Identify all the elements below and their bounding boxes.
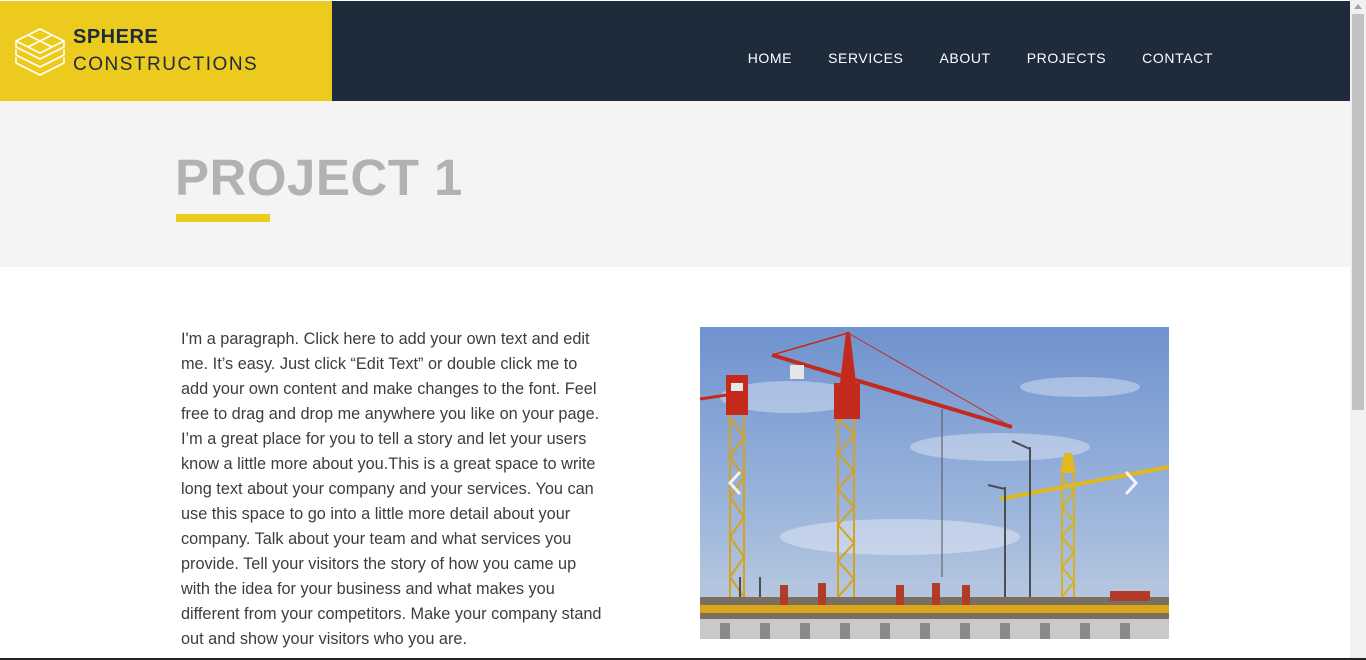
- chevron-left-icon[interactable]: [726, 469, 744, 497]
- nav-contact[interactable]: CONTACT: [1142, 50, 1213, 66]
- page-title: PROJECT 1: [175, 149, 463, 206]
- brand-name-line2: CONSTRUCTIONS: [73, 54, 259, 75]
- scrollbar-thumb[interactable]: [1352, 14, 1364, 410]
- brand-name-line1: SPHERE: [73, 26, 159, 48]
- construction-cranes-image: [700, 327, 1169, 639]
- project-slideshow[interactable]: [700, 327, 1169, 639]
- nav-services[interactable]: SERVICES: [828, 50, 903, 66]
- chevron-right-icon[interactable]: [1122, 469, 1140, 497]
- nav-home[interactable]: HOME: [748, 50, 792, 66]
- title-underline: [176, 214, 270, 222]
- title-band: PROJECT 1: [0, 101, 1350, 267]
- logo[interactable]: SPHERE CONSTRUCTIONS: [0, 1, 332, 101]
- layered-cubes-logo-icon: [15, 28, 65, 76]
- page: SPHERE CONSTRUCTIONS HOME SERVICES ABOUT…: [0, 0, 1350, 660]
- scroll-up-arrow-icon[interactable]: [1354, 4, 1362, 9]
- page-scrollbar[interactable]: [1350, 0, 1366, 660]
- nav-about[interactable]: ABOUT: [939, 50, 990, 66]
- nav-projects[interactable]: PROJECTS: [1027, 50, 1106, 66]
- main-nav: HOME SERVICES ABOUT PROJECTS CONTACT: [712, 50, 1213, 66]
- project-description: I'm a paragraph. Click here to add your …: [181, 330, 602, 648]
- site-header: SPHERE CONSTRUCTIONS HOME SERVICES ABOUT…: [0, 1, 1350, 101]
